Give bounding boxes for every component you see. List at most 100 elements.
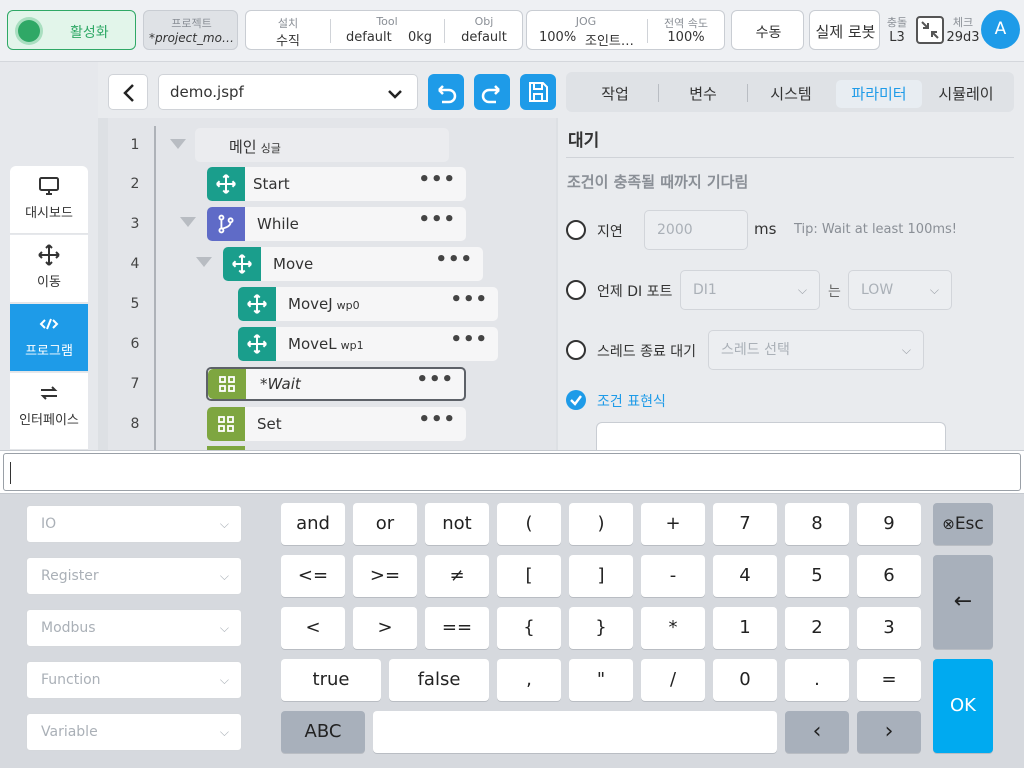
key-comma[interactable]: , (497, 659, 561, 701)
key-false[interactable]: false (389, 659, 489, 701)
key-open-bracket[interactable]: [ (497, 555, 561, 597)
function-select[interactable]: Function ⌵ (26, 661, 242, 699)
key-multiply[interactable]: * (641, 607, 705, 649)
key-8[interactable]: 8 (785, 503, 849, 545)
key-or[interactable]: or (353, 503, 417, 545)
check-value[interactable]: 29d3 (946, 30, 980, 45)
tree-node-while[interactable]: While ••• (207, 207, 466, 241)
more-options-icon[interactable]: ••• (418, 169, 456, 190)
di-port-radio[interactable] (566, 280, 586, 300)
expression-input[interactable] (3, 453, 1021, 491)
key-and[interactable]: and (281, 503, 345, 545)
di-level-select[interactable]: LOW ⌵ (848, 270, 952, 310)
io-select[interactable]: IO ⌵ (26, 505, 242, 543)
register-select[interactable]: Register ⌵ (26, 557, 242, 595)
variable-select[interactable]: Variable ⌵ (26, 713, 242, 751)
collapse-caret-icon[interactable] (196, 257, 212, 267)
key-less-equal[interactable]: <= (281, 555, 345, 597)
key-9[interactable]: 9 (857, 503, 921, 545)
collapse-caret-icon[interactable] (170, 139, 186, 149)
project-box[interactable]: 프로젝트 *project_mo… (143, 10, 238, 50)
nav-program[interactable]: 프로그램 (10, 304, 88, 372)
tab-variables[interactable]: 변수 (674, 80, 732, 108)
thread-radio[interactable] (566, 340, 586, 360)
manual-mode-button[interactable]: 수동 (731, 10, 804, 50)
ok-button[interactable]: OK (933, 659, 993, 753)
more-options-icon[interactable]: ••• (450, 329, 488, 350)
key-less[interactable]: < (281, 607, 345, 649)
space-key[interactable] (373, 711, 777, 753)
more-options-icon[interactable]: ••• (435, 249, 473, 270)
more-options-icon[interactable]: ••• (416, 369, 454, 390)
key-not[interactable]: not (425, 503, 489, 545)
status-indicator-icon (18, 20, 40, 42)
collapse-caret-icon[interactable] (180, 217, 196, 227)
undo-button[interactable] (428, 74, 464, 110)
install-tool-obj-box[interactable]: 설치 수직 Tool default 0kg Obj default (245, 10, 523, 50)
key-open-paren[interactable]: ( (497, 503, 561, 545)
key-greater-equal[interactable]: >= (353, 555, 417, 597)
tree-node-start[interactable]: Start ••• (207, 167, 466, 201)
key-close-bracket[interactable]: ] (569, 555, 633, 597)
more-options-icon[interactable]: ••• (418, 409, 456, 430)
more-options-icon[interactable]: ••• (418, 209, 456, 230)
key-1[interactable]: 1 (713, 607, 777, 649)
key-6[interactable]: 6 (857, 555, 921, 597)
activate-button[interactable]: 활성화 (7, 10, 136, 50)
key-5[interactable]: 5 (785, 555, 849, 597)
tree-node-movel[interactable]: MoveL wp1 ••• (238, 327, 498, 361)
key-open-brace[interactable]: { (497, 607, 561, 649)
avatar[interactable]: A (981, 10, 1020, 49)
condition-expression-field[interactable] (596, 422, 946, 450)
tab-simulation[interactable]: 시뮬레이 (930, 80, 1002, 108)
tab-parameters[interactable]: 파라미터 (836, 80, 922, 108)
delay-input[interactable]: 2000 (644, 210, 748, 250)
key-7[interactable]: 7 (713, 503, 777, 545)
tree-node-set[interactable]: Set ••• (207, 407, 466, 441)
key-divide[interactable]: / (641, 659, 705, 701)
redo-button[interactable] (474, 74, 510, 110)
tab-system[interactable]: 시스템 (760, 80, 822, 108)
collision-value[interactable]: L3 (882, 30, 912, 45)
key-greater[interactable]: > (353, 607, 417, 649)
tree-node-main[interactable]: 메인 싱글 (195, 128, 449, 162)
nav-interface[interactable]: 인터페이스 (10, 373, 88, 450)
modbus-select[interactable]: Modbus ⌵ (26, 609, 242, 647)
cursor-right-key[interactable]: › (857, 711, 921, 753)
nav-dashboard[interactable]: 대시보드 (10, 166, 88, 234)
tab-task[interactable]: 작업 (586, 80, 644, 108)
real-robot-button[interactable]: 실제 로봇 (809, 10, 880, 50)
save-button[interactable] (520, 74, 556, 110)
tree-node-move[interactable]: Move ••• (223, 247, 483, 281)
jog-speed-box[interactable]: JOG 100% 조인트… 전역 속도 100% (526, 10, 725, 50)
key-not-equal[interactable]: ≠ (425, 555, 489, 597)
file-select[interactable]: demo.jspf (158, 74, 418, 110)
back-button[interactable] (108, 74, 148, 110)
nav-move[interactable]: 이동 (10, 235, 88, 303)
tree-node-wait[interactable]: *Wait ••• (206, 367, 466, 401)
key-close-brace[interactable]: } (569, 607, 633, 649)
more-options-icon[interactable]: ••• (450, 289, 488, 310)
delay-radio[interactable] (566, 220, 586, 240)
tree-node-movej[interactable]: MoveJ wp0 ••• (238, 287, 498, 321)
di-port-select[interactable]: DI1 ⌵ (680, 270, 820, 310)
key-minus[interactable]: - (641, 555, 705, 597)
key-close-paren[interactable]: ) (569, 503, 633, 545)
key-equal[interactable]: = (857, 659, 921, 701)
key-quote[interactable]: " (569, 659, 633, 701)
key-3[interactable]: 3 (857, 607, 921, 649)
cursor-left-key[interactable]: ‹ (785, 711, 849, 753)
key-true[interactable]: true (281, 659, 381, 701)
key-plus[interactable]: + (641, 503, 705, 545)
key-dot[interactable]: . (785, 659, 849, 701)
abc-key[interactable]: ABC (281, 711, 365, 753)
key-0[interactable]: 0 (713, 659, 777, 701)
esc-key[interactable]: ⊗Esc (933, 503, 993, 545)
thread-select[interactable]: 스레드 선택 ⌵ (708, 330, 924, 370)
shrink-icon[interactable] (916, 16, 944, 44)
key-4[interactable]: 4 (713, 555, 777, 597)
backspace-key[interactable]: ← (933, 555, 993, 649)
condition-checkbox[interactable] (566, 390, 586, 410)
key-2[interactable]: 2 (785, 607, 849, 649)
key-equal-equal[interactable]: == (425, 607, 489, 649)
